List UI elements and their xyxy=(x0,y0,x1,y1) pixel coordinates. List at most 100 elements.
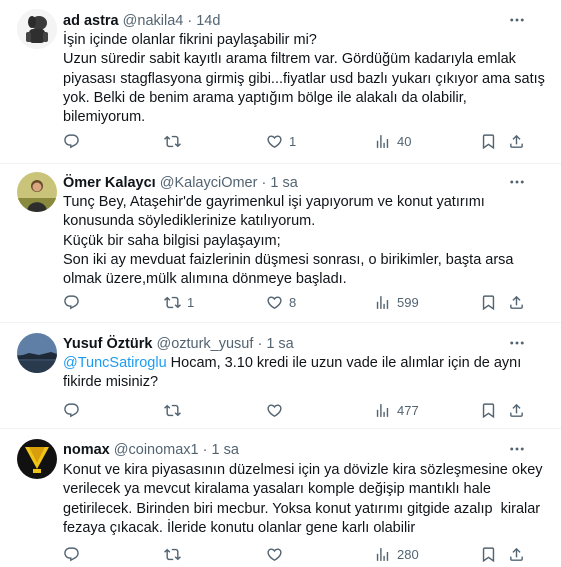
avatar[interactable] xyxy=(17,172,57,212)
tweet-text-line: verilecek ya mevcut kiralama yasaları ko… xyxy=(63,481,491,498)
separator-dot: · xyxy=(187,13,193,29)
like-icon xyxy=(266,294,283,311)
tweet-text: @TuncSatiroglu Hocam, 3.10 kredi ile uzu… xyxy=(63,354,521,393)
view-count: 477 xyxy=(397,402,419,418)
tweet-text-line: Konut ve kira piyasasının düzelmesi için… xyxy=(63,462,543,478)
reply-icon xyxy=(63,546,80,563)
views-icon xyxy=(374,133,391,150)
user-handle[interactable]: @KalayciOmer xyxy=(160,175,258,191)
reply-button[interactable] xyxy=(63,131,80,151)
separator-dot: · xyxy=(261,175,267,191)
tweet-text-line: fezaya çıkacak. İleride konutu olanlar g… xyxy=(63,519,416,536)
tweet-text-line: konusunda söylediklerinize katılıyorum. xyxy=(63,213,316,230)
avatar[interactable] xyxy=(17,9,57,49)
like-button[interactable] xyxy=(266,544,289,564)
views-button[interactable]: 599 xyxy=(374,292,419,312)
tweet-header: nomax @coinomax1 · 1 sa xyxy=(63,441,239,459)
more-icon[interactable] xyxy=(508,173,526,191)
tweet-text-line: Son iki ay mevduat faizlerinin düşmesi s… xyxy=(63,251,514,268)
bookmark-button[interactable] xyxy=(480,544,497,564)
avatar[interactable] xyxy=(17,439,57,479)
tweet-text-line: olmak üzere,mülk alımına dönmeye başladı… xyxy=(63,271,347,288)
bookmark-button[interactable] xyxy=(480,292,497,312)
views-button[interactable]: 280 xyxy=(374,544,419,564)
mention-link[interactable]: @TuncSatiroglu xyxy=(63,355,167,371)
share-button[interactable] xyxy=(508,131,525,151)
bookmark-icon xyxy=(480,294,497,311)
timestamp[interactable]: 1 sa xyxy=(270,175,297,191)
avatar-image xyxy=(17,9,57,49)
like-icon xyxy=(266,133,283,150)
user-handle[interactable]: @ozturk_yusuf xyxy=(156,336,253,352)
tweet-text-line: fikirde misiniz? xyxy=(63,374,159,391)
tweet-text-line: bilemiyorum. xyxy=(63,109,146,126)
share-icon xyxy=(508,402,525,419)
retweet-button[interactable]: 1 xyxy=(164,292,194,312)
display-name[interactable]: ad astra xyxy=(63,13,119,29)
share-button[interactable] xyxy=(508,544,525,564)
tweet-header: Yusuf Öztürk @ozturk_yusuf · 1 sa xyxy=(63,335,294,353)
reply-button[interactable] xyxy=(63,400,80,420)
tweet-text-line: İşin içinde olanlar fikrini paylaşabilir… xyxy=(63,32,317,48)
views-button[interactable]: 40 xyxy=(374,131,411,151)
tweet-header: ad astra @nakila4 · 14d xyxy=(63,12,220,30)
retweet-button[interactable] xyxy=(164,400,187,420)
retweet-button[interactable] xyxy=(164,131,187,151)
views-icon xyxy=(374,402,391,419)
bookmark-icon xyxy=(480,402,497,419)
tweet-actions: 477 xyxy=(63,400,543,420)
like-count: 1 xyxy=(289,133,297,149)
bookmark-button[interactable] xyxy=(480,131,497,151)
share-button[interactable] xyxy=(508,292,525,312)
like-button[interactable]: 1 xyxy=(266,131,296,151)
timestamp[interactable]: 1 sa xyxy=(266,336,293,352)
avatar-image xyxy=(17,172,57,212)
reply-icon xyxy=(63,133,80,150)
like-button[interactable] xyxy=(266,400,289,420)
tweet-actions: 1 8 599 xyxy=(63,292,543,312)
tweet[interactable]: ad astra @nakila4 · 14d İşin içinde olan… xyxy=(0,0,561,163)
like-icon xyxy=(266,546,283,563)
bookmark-icon xyxy=(480,546,497,563)
tweet-text-line: yok. Belki de benim arama yaptığım bölge… xyxy=(63,89,467,106)
share-icon xyxy=(508,133,525,150)
bookmark-button[interactable] xyxy=(480,400,497,420)
view-count: 599 xyxy=(397,294,419,310)
share-icon xyxy=(508,546,525,563)
tweet-text-fragment: Hocam, 3.10 kredi ile uzun vade ile alım… xyxy=(166,355,522,371)
display-name[interactable]: nomax xyxy=(63,442,110,458)
tweet-actions: 1 40 xyxy=(63,131,543,151)
display-name[interactable]: Ömer Kalaycı xyxy=(63,175,156,191)
like-button[interactable]: 8 xyxy=(266,292,296,312)
tweet-text-line: @TuncSatiroglu Hocam, 3.10 kredi ile uzu… xyxy=(63,354,521,373)
share-button[interactable] xyxy=(508,400,525,420)
tweet[interactable]: Ömer Kalaycı @KalayciOmer · 1 sa Tunç Be… xyxy=(0,164,561,322)
retweet-count: 1 xyxy=(187,294,195,310)
tweet-text-line: Tunç Bey, Ataşehir'de gayrimenkul işi ya… xyxy=(63,194,485,210)
reply-icon xyxy=(63,402,80,419)
views-icon xyxy=(374,294,391,311)
view-count: 40 xyxy=(397,133,412,149)
display-name[interactable]: Yusuf Öztürk xyxy=(63,336,152,352)
retweet-button[interactable] xyxy=(164,544,187,564)
more-icon[interactable] xyxy=(508,11,526,29)
tweet-header: Ömer Kalaycı @KalayciOmer · 1 sa xyxy=(63,174,298,192)
avatar-image xyxy=(17,439,57,479)
timestamp[interactable]: 14d xyxy=(196,13,220,29)
avatar-image xyxy=(17,333,57,373)
reply-button[interactable] xyxy=(63,544,80,564)
retweet-icon xyxy=(164,546,181,563)
avatar[interactable] xyxy=(17,333,57,373)
tweet-actions: 280 xyxy=(63,544,543,564)
tweet[interactable]: Yusuf Öztürk @ozturk_yusuf · 1 sa @TuncS… xyxy=(0,323,561,428)
timestamp[interactable]: 1 sa xyxy=(212,442,239,458)
user-handle[interactable]: @coinomax1 xyxy=(114,442,199,458)
retweet-icon xyxy=(164,133,181,150)
tweet[interactable]: nomax @coinomax1 · 1 sa Konut ve kira pi… xyxy=(0,429,561,567)
more-icon[interactable] xyxy=(508,334,526,352)
view-count: 280 xyxy=(397,546,419,562)
views-button[interactable]: 477 xyxy=(374,400,419,420)
user-handle[interactable]: @nakila4 xyxy=(123,13,184,29)
more-icon[interactable] xyxy=(508,440,526,458)
reply-button[interactable] xyxy=(63,292,80,312)
